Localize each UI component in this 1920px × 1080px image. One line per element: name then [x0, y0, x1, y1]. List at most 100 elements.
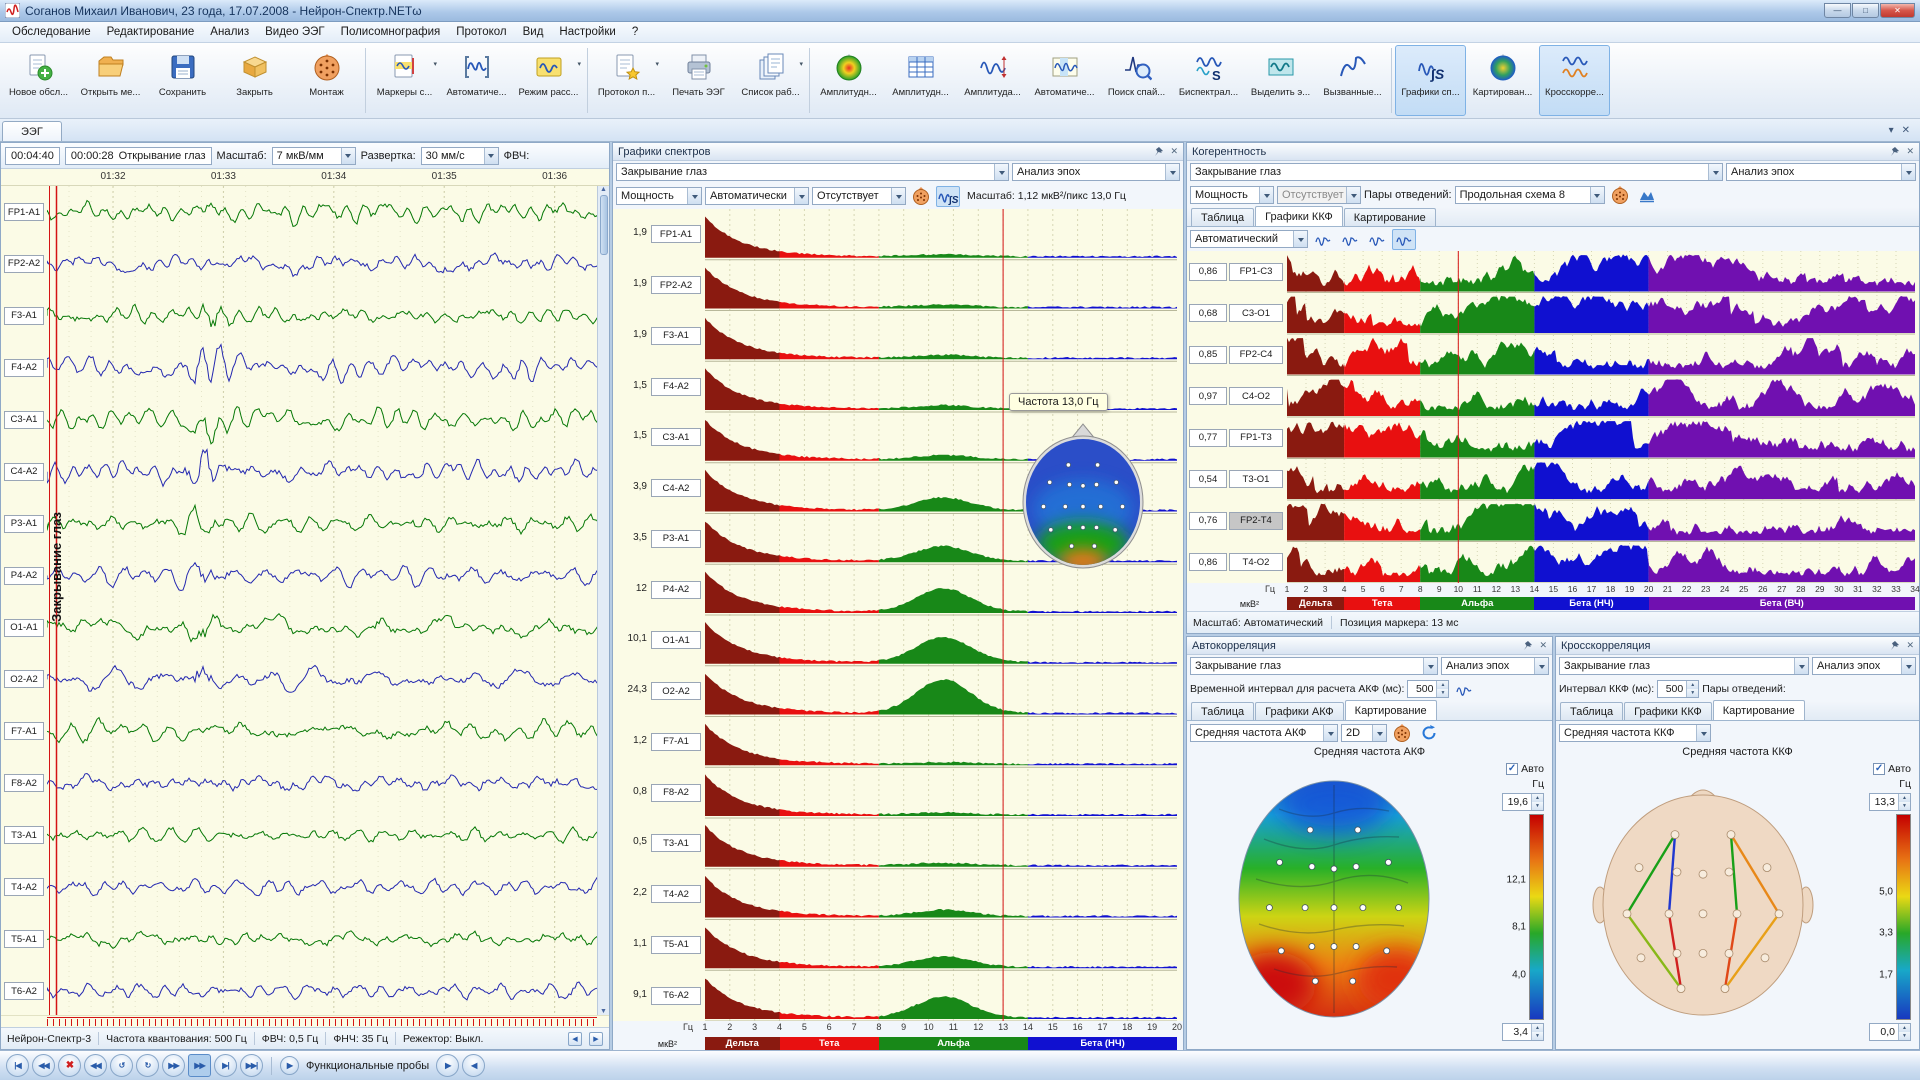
- spectrum-channel-label[interactable]: P4-A2: [651, 581, 701, 599]
- scale-min-input[interactable]: 3,4▲▼: [1502, 1023, 1544, 1041]
- play-page-button[interactable]: ▶▶: [188, 1054, 211, 1077]
- chevron-down-icon[interactable]: ▾: [433, 60, 437, 68]
- coherence-pair-label[interactable]: FP1-C3: [1229, 263, 1283, 281]
- spectrum-channel-label[interactable]: F7-A1: [651, 733, 701, 751]
- eeg-channel-label[interactable]: O1-A1: [4, 619, 44, 637]
- coherence-epochs-select[interactable]: Анализ эпох: [1726, 163, 1916, 181]
- toolbar-button-select-epoch[interactable]: Выделить э...: [1245, 45, 1316, 116]
- head-map-button[interactable]: [1608, 185, 1632, 206]
- spectra-graph-button[interactable]: ∫S: [936, 186, 960, 207]
- autocorr-test-select[interactable]: Закрывание глаз: [1190, 657, 1438, 675]
- eeg-channel-label[interactable]: FP2-A2: [4, 255, 44, 273]
- scale-mode-button-2[interactable]: [1338, 229, 1362, 250]
- toolbar-button-amplitude[interactable]: Амплитуда...: [957, 45, 1028, 116]
- panel-close-icon[interactable]: ✕: [1170, 146, 1178, 157]
- spectrum-channel-label[interactable]: T3-A1: [651, 834, 701, 852]
- history-back-button[interactable]: ↺: [110, 1054, 133, 1077]
- scroll-up-icon[interactable]: ▲: [600, 186, 607, 193]
- crosscorr-epochs-select[interactable]: Анализ эпох: [1812, 657, 1916, 675]
- coherence-plots[interactable]: [1287, 251, 1915, 583]
- coherence-pair-label[interactable]: C4-O2: [1229, 387, 1283, 405]
- coherence-pair-label[interactable]: C3-O1: [1229, 304, 1283, 322]
- auto-scale-checkbox[interactable]: ✓Авто: [1506, 763, 1544, 775]
- toolbar-button-amplitude-map[interactable]: Амплитудн...: [813, 45, 884, 116]
- eeg-channel-label[interactable]: F4-A2: [4, 359, 44, 377]
- eeg-traces[interactable]: [47, 186, 599, 1015]
- eeg-scroll-left-button[interactable]: ◀: [568, 1032, 582, 1046]
- next-test-button[interactable]: ▶: [436, 1054, 459, 1077]
- tab-list-icon[interactable]: ▾: [1889, 125, 1894, 136]
- crosscorr-test-select[interactable]: Закрывание глаз: [1559, 657, 1809, 675]
- coherence-pair-label[interactable]: T3-O1: [1229, 470, 1283, 488]
- eeg-channel-label[interactable]: F3-A1: [4, 307, 44, 325]
- spectrum-channel-label[interactable]: T5-A1: [651, 936, 701, 954]
- toolbar-button-auto-analysis[interactable]: Автоматиче...: [441, 45, 512, 116]
- menu-item-4[interactable]: Полисомнография: [333, 24, 449, 40]
- skip-start-button[interactable]: |◀: [6, 1054, 29, 1077]
- toolbar-button-montage[interactable]: Монтаж: [291, 45, 362, 116]
- spectrum-channel-label[interactable]: T4-A2: [651, 885, 701, 903]
- menu-item-0[interactable]: Обследование: [4, 24, 99, 40]
- menu-item-5[interactable]: Протокол: [448, 24, 514, 40]
- chevron-down-icon[interactable]: ▾: [799, 60, 803, 68]
- close-button[interactable]: ✕: [1880, 3, 1915, 18]
- toolbar-button-save[interactable]: Сохранить: [147, 45, 218, 116]
- refresh-icon[interactable]: [1417, 723, 1441, 744]
- coherence-pair-label[interactable]: T4-O2: [1229, 553, 1283, 571]
- autocorr-tab-2[interactable]: Картирование: [1345, 700, 1437, 720]
- toolbar-button-print[interactable]: Печать ЭЭГ: [663, 45, 734, 116]
- skip-end-button[interactable]: ▶▶|: [240, 1054, 263, 1077]
- menu-item-1[interactable]: Редактирование: [99, 24, 203, 40]
- spectrum-channel-label[interactable]: C4-A2: [651, 479, 701, 497]
- prev-test-button[interactable]: ◀: [462, 1054, 485, 1077]
- coherence-pairs-select[interactable]: Продольная схема 8: [1455, 186, 1605, 204]
- toolbar-button-open-exam[interactable]: Открыть ме...: [75, 45, 146, 116]
- crosscorr-tab-0[interactable]: Таблица: [1560, 702, 1623, 720]
- spectrum-channel-label[interactable]: F8-A2: [651, 784, 701, 802]
- spectrum-channel-label[interactable]: O1-A1: [651, 631, 701, 649]
- spectrum-channel-label[interactable]: F4-A2: [651, 378, 701, 396]
- toolbar-button-view-mode[interactable]: Режим расс...▾: [513, 45, 584, 116]
- toolbar-button-bispectral[interactable]: SБиспектрал...: [1173, 45, 1244, 116]
- functional-tests-button[interactable]: ▶: [280, 1056, 299, 1075]
- akf-graph-button[interactable]: [1452, 679, 1476, 700]
- coherence-tab-0[interactable]: Таблица: [1191, 208, 1254, 226]
- autocorr-tab-0[interactable]: Таблица: [1191, 702, 1254, 720]
- spectrum-measure-select[interactable]: Мощность: [616, 187, 702, 205]
- head-map-button[interactable]: [909, 186, 933, 207]
- coherence-pair-label[interactable]: FP1-T3: [1229, 429, 1283, 447]
- scrollbar-thumb[interactable]: [600, 195, 608, 255]
- coherence-scale-mode-select[interactable]: Автоматический: [1190, 230, 1308, 248]
- crosscorr-measure-select[interactable]: Средняя частота ККФ: [1559, 724, 1711, 742]
- menu-item-3[interactable]: Видео ЭЭГ: [257, 24, 333, 40]
- eeg-channel-label[interactable]: T5-A1: [4, 930, 44, 948]
- toolbar-button-worklist[interactable]: Список раб...▾: [735, 45, 806, 116]
- spectrum-channel-label[interactable]: F3-A1: [651, 327, 701, 345]
- head-map-button[interactable]: [1390, 723, 1414, 744]
- toolbar-button-protocol[interactable]: Протокол п...▾: [591, 45, 662, 116]
- eeg-channel-label[interactable]: P4-A2: [4, 567, 44, 585]
- eeg-sweep-select[interactable]: 30 мм/с: [421, 147, 499, 165]
- spectrum-channel-label[interactable]: C3-A1: [651, 428, 701, 446]
- scroll-down-icon[interactable]: ▼: [600, 1008, 607, 1015]
- fast-forward-button[interactable]: ▶▶: [162, 1054, 185, 1077]
- menu-item-7[interactable]: Настройки: [551, 24, 623, 40]
- scale-mode-button-3[interactable]: [1365, 229, 1389, 250]
- toolbar-button-amplitude-table[interactable]: Амплитудн...: [885, 45, 956, 116]
- spectrum-smoothing-select[interactable]: Отсутствует: [812, 187, 906, 205]
- histogram-button[interactable]: [1635, 185, 1659, 206]
- menu-item-6[interactable]: Вид: [515, 24, 552, 40]
- eeg-channel-label[interactable]: F7-A1: [4, 722, 44, 740]
- scale-min-input[interactable]: 0,0▲▼: [1869, 1023, 1911, 1041]
- spectrum-channel-label[interactable]: T6-A2: [651, 987, 701, 1005]
- spectrum-epochs-select[interactable]: Анализ эпох: [1012, 163, 1180, 181]
- tab-eeg[interactable]: ЭЭГ: [2, 121, 62, 141]
- spectrum-scaling-select[interactable]: Автоматически: [705, 187, 809, 205]
- minimize-button[interactable]: —: [1824, 3, 1851, 18]
- menu-item-8[interactable]: ?: [624, 24, 646, 40]
- toolbar-button-spectra[interactable]: ∫SГрафики сп...: [1395, 45, 1466, 116]
- coherence-pair-label[interactable]: FP2-T4: [1229, 512, 1283, 530]
- menu-item-2[interactable]: Анализ: [202, 24, 257, 40]
- toolbar-button-evoked[interactable]: Вызванные...: [1317, 45, 1388, 116]
- spectrum-channel-label[interactable]: P3-A1: [651, 530, 701, 548]
